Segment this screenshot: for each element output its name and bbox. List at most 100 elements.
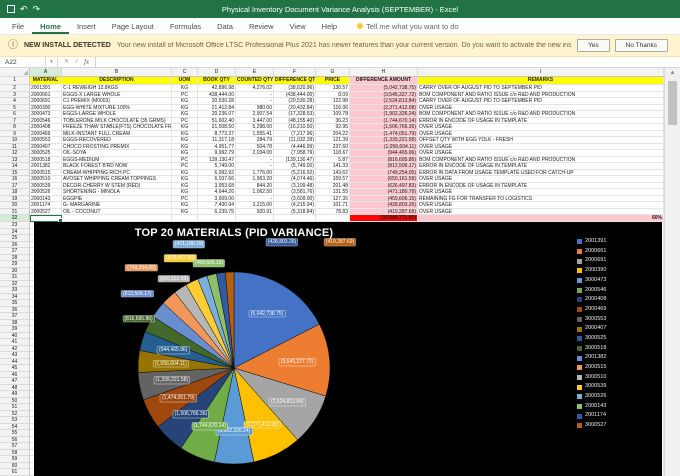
tab-data[interactable]: Data	[209, 18, 241, 34]
legend-swatch	[577, 326, 582, 332]
row-header-1[interactable]: 1	[0, 77, 30, 85]
tab-review[interactable]: Review	[241, 18, 282, 34]
legend-swatch	[577, 384, 582, 390]
cell[interactable]	[172, 215, 198, 222]
legend-label: 2000661	[585, 247, 607, 254]
legend-item-2000143[interactable]: 2000143	[577, 402, 659, 412]
cancel-icon[interactable]: ✕	[64, 59, 69, 65]
tab-home[interactable]: Home	[32, 18, 69, 34]
tab-file[interactable]: File	[4, 18, 32, 34]
legend-label: 3000539	[585, 383, 607, 390]
pie-label: (5,042,738.75)	[249, 310, 285, 318]
cell[interactable]	[236, 215, 274, 222]
column-header-G[interactable]: G	[316, 68, 350, 77]
row-header-22[interactable]: 22	[0, 215, 30, 222]
legend-item-3000526[interactable]: 3000526	[577, 392, 659, 402]
legend-swatch	[577, 413, 582, 419]
legend-item-3000525[interactable]: 3000525	[577, 334, 659, 344]
legend-item-2001174[interactable]: 2001174	[577, 411, 659, 421]
pie-label: (1,339,221.58)	[154, 376, 190, 384]
legend-item-3000518[interactable]: 3000518	[577, 344, 659, 354]
scroll-up-icon[interactable]: ▲	[665, 68, 680, 76]
legend-item-2000546[interactable]: 2000546	[577, 285, 659, 295]
chart-title: TOP 20 MATERIALS (PID VARIANCE)	[134, 227, 334, 239]
tell-me[interactable]: Tell me what you want to do	[357, 22, 459, 31]
legend-item-2000407[interactable]: 2000407	[577, 324, 659, 334]
legend-item-3000527[interactable]: 3000527	[577, 421, 659, 431]
legend-item-2001382[interactable]: 2001382	[577, 353, 659, 363]
redo-icon[interactable]: ↷	[33, 4, 41, 14]
select-all-corner[interactable]	[0, 68, 30, 77]
tab-help[interactable]: Help	[314, 18, 345, 34]
vertical-scrollbar[interactable]: ▲	[664, 68, 680, 476]
pie-label: (2,371,412.08)	[244, 421, 281, 428]
quick-access-toolbar: ↶ ↷	[7, 4, 41, 14]
legend-item-2000661[interactable]: 2000661	[577, 247, 659, 257]
cell[interactable]	[30, 215, 62, 222]
message-bar-label: NEW INSTALL DETECTED	[24, 42, 111, 49]
tab-formulas[interactable]: Formulas	[162, 18, 209, 34]
legend-label: 2000143	[585, 402, 607, 409]
scroll-thumb[interactable]	[668, 81, 677, 125]
column-header-H[interactable]: H	[350, 68, 418, 77]
column-header-E[interactable]: E	[236, 68, 274, 77]
pie-label: (459,606.15)	[193, 260, 225, 267]
tab-page-layout[interactable]: Page Layout	[104, 18, 162, 34]
column-header-C[interactable]: C	[172, 68, 198, 77]
undo-icon[interactable]: ↶	[20, 4, 28, 14]
formula-input[interactable]	[96, 57, 680, 67]
legend-item-2000515[interactable]: 2000515	[577, 363, 659, 373]
legend-swatch	[577, 249, 582, 255]
column-header-B[interactable]: B	[62, 68, 172, 77]
variance-chart[interactable]: TOP 20 MATERIALS (PID VARIANCE) 2001391 2…	[34, 222, 662, 476]
legend-label: 2000407	[585, 325, 607, 332]
legend-swatch	[577, 316, 582, 322]
col-header-description: DESCRIPTION	[62, 77, 172, 85]
legend-swatch	[577, 374, 582, 380]
cell[interactable]	[316, 215, 350, 222]
legend-item-2000408[interactable]: 2000408	[577, 295, 659, 305]
name-box-dropdown-icon[interactable]: ▾	[46, 57, 58, 67]
info-icon: ⓘ	[8, 39, 18, 51]
legend-item-3000553[interactable]: 3000553	[577, 315, 659, 325]
column-header-F[interactable]: F	[274, 68, 316, 77]
cell[interactable]	[198, 215, 236, 222]
legend-label: 3000527	[585, 422, 607, 429]
row-header-61[interactable]: 61	[0, 469, 30, 476]
name-box[interactable]: A22	[0, 57, 46, 67]
col-header-remarks: REMARKS	[418, 77, 664, 85]
enter-icon[interactable]: ✓	[74, 59, 79, 65]
column-header-A[interactable]: A	[30, 68, 62, 77]
legend-swatch	[577, 287, 582, 293]
col-header-difference-qty: DIFFERENCE QTY	[274, 77, 316, 85]
legend-item-2000390[interactable]: 2000390	[577, 266, 659, 276]
legend-item-3000473[interactable]: 3000473	[577, 276, 659, 286]
cell[interactable]	[62, 215, 172, 222]
legend-item-3000510[interactable]: 3000510	[577, 373, 659, 383]
legend-swatch	[577, 423, 582, 429]
legend-label: 2000691	[585, 257, 607, 264]
legend-item-2000469[interactable]: 2000469	[577, 305, 659, 315]
tab-view[interactable]: View	[282, 18, 314, 34]
insert-function-icon[interactable]: fx	[84, 58, 89, 66]
tab-insert[interactable]: Insert	[69, 18, 104, 34]
col-header-price: PRICE	[316, 77, 350, 85]
legend-item-2000691[interactable]: 2000691	[577, 256, 659, 266]
no-thanks-button[interactable]: No Thanks	[614, 39, 668, 52]
col-header-material: MATERIAL	[30, 77, 62, 85]
legend-swatch	[577, 297, 582, 303]
table-header-row: 1 MATERIAL DESCRIPTION UOM BOOK QTY COUNTED Q…	[0, 77, 664, 85]
column-header-I[interactable]: I	[418, 68, 664, 77]
legend-item-3000539[interactable]: 3000539	[577, 382, 659, 392]
legend-swatch	[577, 268, 582, 274]
yes-button[interactable]: Yes	[577, 39, 610, 52]
column-header-D[interactable]: D	[198, 68, 236, 77]
pie-label: (471,180.79)	[173, 240, 205, 248]
total-row: 22 (39,668,771.85) 60%	[0, 215, 664, 222]
cell[interactable]	[274, 215, 316, 222]
pie-label: (626,497.83)	[164, 255, 197, 262]
total-difference-amount: (39,668,771.85)	[350, 215, 418, 222]
legend-item-2001391[interactable]: 2001391	[577, 237, 659, 247]
legend-swatch	[577, 278, 582, 284]
save-icon[interactable]	[7, 5, 15, 13]
